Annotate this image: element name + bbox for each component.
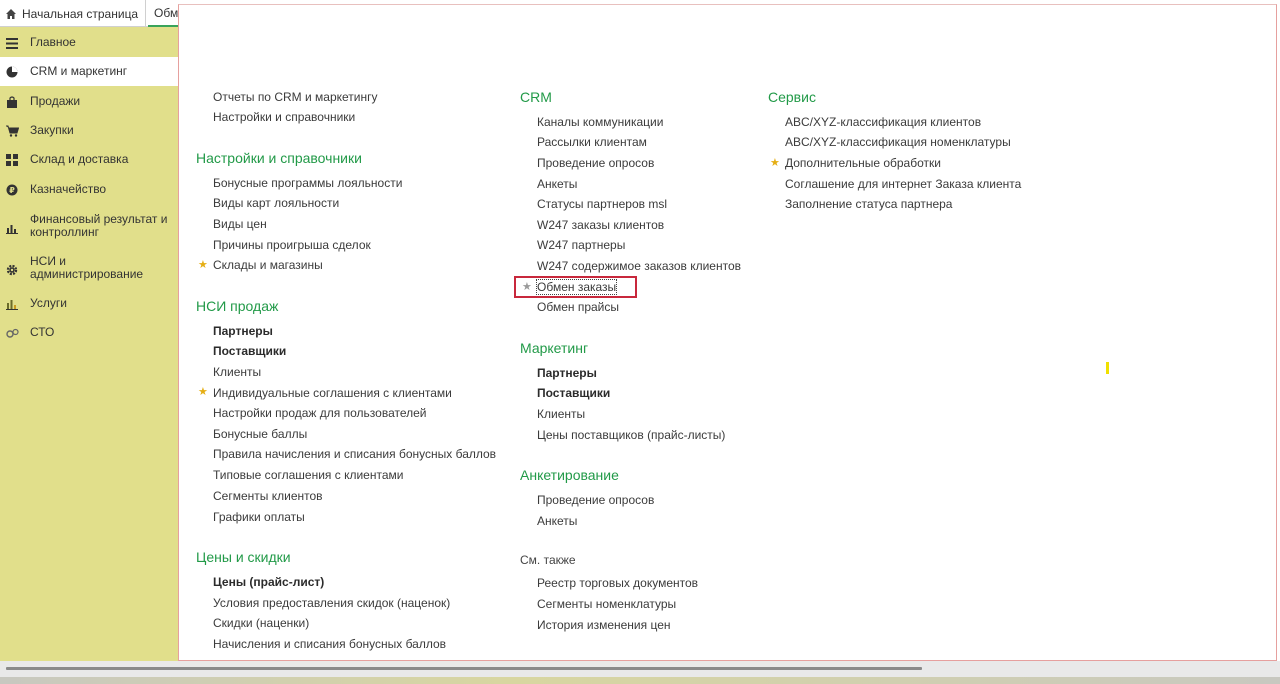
cursor-marker (1106, 362, 1109, 374)
cart-icon (5, 124, 19, 138)
bottom-strip (0, 677, 1280, 684)
section-title-marketing: Маркетинг (520, 340, 589, 356)
star-icon[interactable]: ★ (522, 281, 532, 293)
sidebar-item-label: НСИ и администрирование (30, 254, 144, 281)
link-item[interactable]: Графики оплаты (213, 510, 305, 524)
sidebar-item-label: Продажи (30, 94, 81, 108)
sidebar-item-services[interactable]: Услуги (0, 289, 178, 318)
sidebar-item-label: Финансовый результат и контроллинг (30, 212, 168, 239)
link-exchange-orders[interactable]: Обмен заказы (535, 279, 618, 295)
link-item[interactable]: Настройки продаж для пользователей (213, 406, 427, 420)
link-item[interactable]: Проведение опросов (537, 156, 654, 170)
section-title-settings: Настройки и справочники (196, 150, 362, 166)
star-icon[interactable]: ★ (198, 386, 208, 398)
link-item[interactable]: Причины проигрыша сделок (213, 238, 371, 252)
sidebar-item-label: Склад и доставка (30, 152, 129, 166)
link-item[interactable]: Типовые соглашения с клиентами (213, 468, 403, 482)
sidebar-item-nsi-admin[interactable]: НСИ и администрирование (0, 249, 178, 289)
tab-bar: Начальная страница Обмен заказы (0, 0, 178, 27)
section-title-nsi-sales: НСИ продаж (196, 298, 279, 314)
link-item[interactable]: ABC/XYZ-классификация номенклатуры (785, 135, 1011, 149)
link-item[interactable]: Партнеры (537, 366, 597, 380)
sidebar-item-sto[interactable]: СТО (0, 318, 178, 347)
link-item[interactable]: W247 партнеры (537, 238, 625, 252)
link-item[interactable]: Рассылки клиентам (537, 135, 647, 149)
sidebar-item-label: СТО (30, 325, 55, 339)
section-title-prices: Цены и скидки (196, 549, 291, 565)
link-item[interactable]: Обмен прайсы (537, 300, 619, 314)
sidebar-item-treasury[interactable]: ₽ Казначейство (0, 175, 178, 204)
link-item[interactable]: Правила начисления и списания бонусных б… (213, 447, 496, 461)
link-item[interactable]: Склады и магазины (213, 258, 323, 272)
link-item[interactable]: Поставщики (213, 344, 286, 358)
home-icon (4, 7, 18, 21)
section-title-crm: CRM (520, 89, 552, 105)
link-item[interactable]: Сегменты номенклатуры (537, 597, 676, 611)
sidebar-item-label: CRM и маркетинг (30, 64, 128, 78)
sidebar-item-purchases[interactable]: Закупки (0, 116, 178, 145)
grid-icon (5, 153, 19, 167)
tab-home[interactable]: Начальная страница (0, 0, 146, 27)
gear-icon (5, 263, 19, 277)
star-icon[interactable]: ★ (198, 259, 208, 271)
link-item[interactable]: Заполнение статуса партнера (785, 197, 952, 211)
horizontal-scrollbar[interactable] (6, 667, 922, 670)
link-item[interactable]: Индивидуальные соглашения с клиентами (213, 386, 452, 400)
link-item[interactable]: Виды цен (213, 217, 267, 231)
link-item[interactable]: W247 заказы клиентов (537, 218, 664, 232)
link-item[interactable]: Каналы коммуникации (537, 115, 663, 129)
tab-active[interactable]: Обмен заказы (148, 0, 178, 27)
pie-chart-icon (5, 65, 19, 79)
sidebar-item-sales[interactable]: Продажи (0, 87, 178, 116)
section-title-see-also: См. также (520, 553, 576, 567)
svg-text:₽: ₽ (9, 186, 15, 195)
link-item[interactable]: История изменения цен (537, 618, 671, 632)
sidebar-item-finance[interactable]: Финансовый результат и контроллинг (0, 207, 178, 247)
sidebar-item-main[interactable]: Главное (0, 28, 178, 57)
menu-lines-icon (5, 36, 19, 50)
section-title-service: Сервис (768, 89, 816, 105)
bar-chart-icon (5, 297, 19, 311)
sidebar-item-label: Услуги (30, 296, 67, 310)
link-item[interactable]: Анкеты (537, 514, 577, 528)
link-item[interactable]: Бонусные программы лояльности (213, 176, 402, 190)
link-item[interactable]: ABC/XYZ-классификация клиентов (785, 115, 981, 129)
section-title-survey: Анкетирование (520, 467, 619, 483)
link-item[interactable]: Сегменты клиентов (213, 489, 323, 503)
link-item[interactable]: Виды карт лояльности (213, 196, 339, 210)
link-item[interactable]: Соглашение для интернет Заказа клиента (785, 177, 1021, 191)
link-item[interactable]: W247 содержимое заказов клиентов (537, 259, 741, 273)
link-item[interactable]: Клиенты (537, 407, 585, 421)
sidebar: Главное CRM и маркетинг Продажи Закупки … (0, 27, 178, 661)
link-item[interactable]: Бонусные баллы (213, 427, 307, 441)
sidebar-item-label: Закупки (30, 123, 74, 137)
sidebar-item-label: Казначейство (30, 182, 107, 196)
link-item[interactable]: Цены (прайс-лист) (213, 575, 324, 589)
link-item[interactable]: Статусы партнеров msl (537, 197, 667, 211)
sidebar-item-crm[interactable]: CRM и маркетинг (0, 57, 178, 86)
link-item[interactable]: Цены поставщиков (прайс-листы) (537, 428, 725, 442)
link-item[interactable]: Проведение опросов (537, 493, 654, 507)
bar-chart-icon (5, 221, 19, 235)
link-item[interactable]: Клиенты (213, 365, 261, 379)
link-item[interactable]: Поставщики (537, 386, 610, 400)
link-item[interactable]: Реестр торговых документов (537, 576, 698, 590)
link-item[interactable]: Скидки (наценки) (213, 616, 309, 630)
coin-icon: ₽ (5, 183, 19, 197)
link-item[interactable]: Партнеры (213, 324, 273, 338)
link-item[interactable]: Дополнительные обработки (785, 156, 941, 170)
sidebar-item-warehouse[interactable]: Склад и доставка (0, 145, 178, 174)
link-crm-reports[interactable]: Отчеты по CRM и маркетингу (213, 90, 377, 104)
tab-home-label: Начальная страница (22, 6, 139, 21)
link-settings[interactable]: Настройки и справочники (213, 110, 355, 124)
link-item[interactable]: Начисления и списания бонусных баллов (213, 637, 446, 651)
wrench-icon (5, 326, 19, 340)
link-item[interactable]: Анкеты (537, 177, 577, 191)
bag-icon (5, 95, 19, 109)
sidebar-item-label: Главное (30, 35, 76, 49)
link-item[interactable]: Условия предоставления скидок (наценок) (213, 596, 450, 610)
star-icon[interactable]: ★ (770, 157, 780, 169)
